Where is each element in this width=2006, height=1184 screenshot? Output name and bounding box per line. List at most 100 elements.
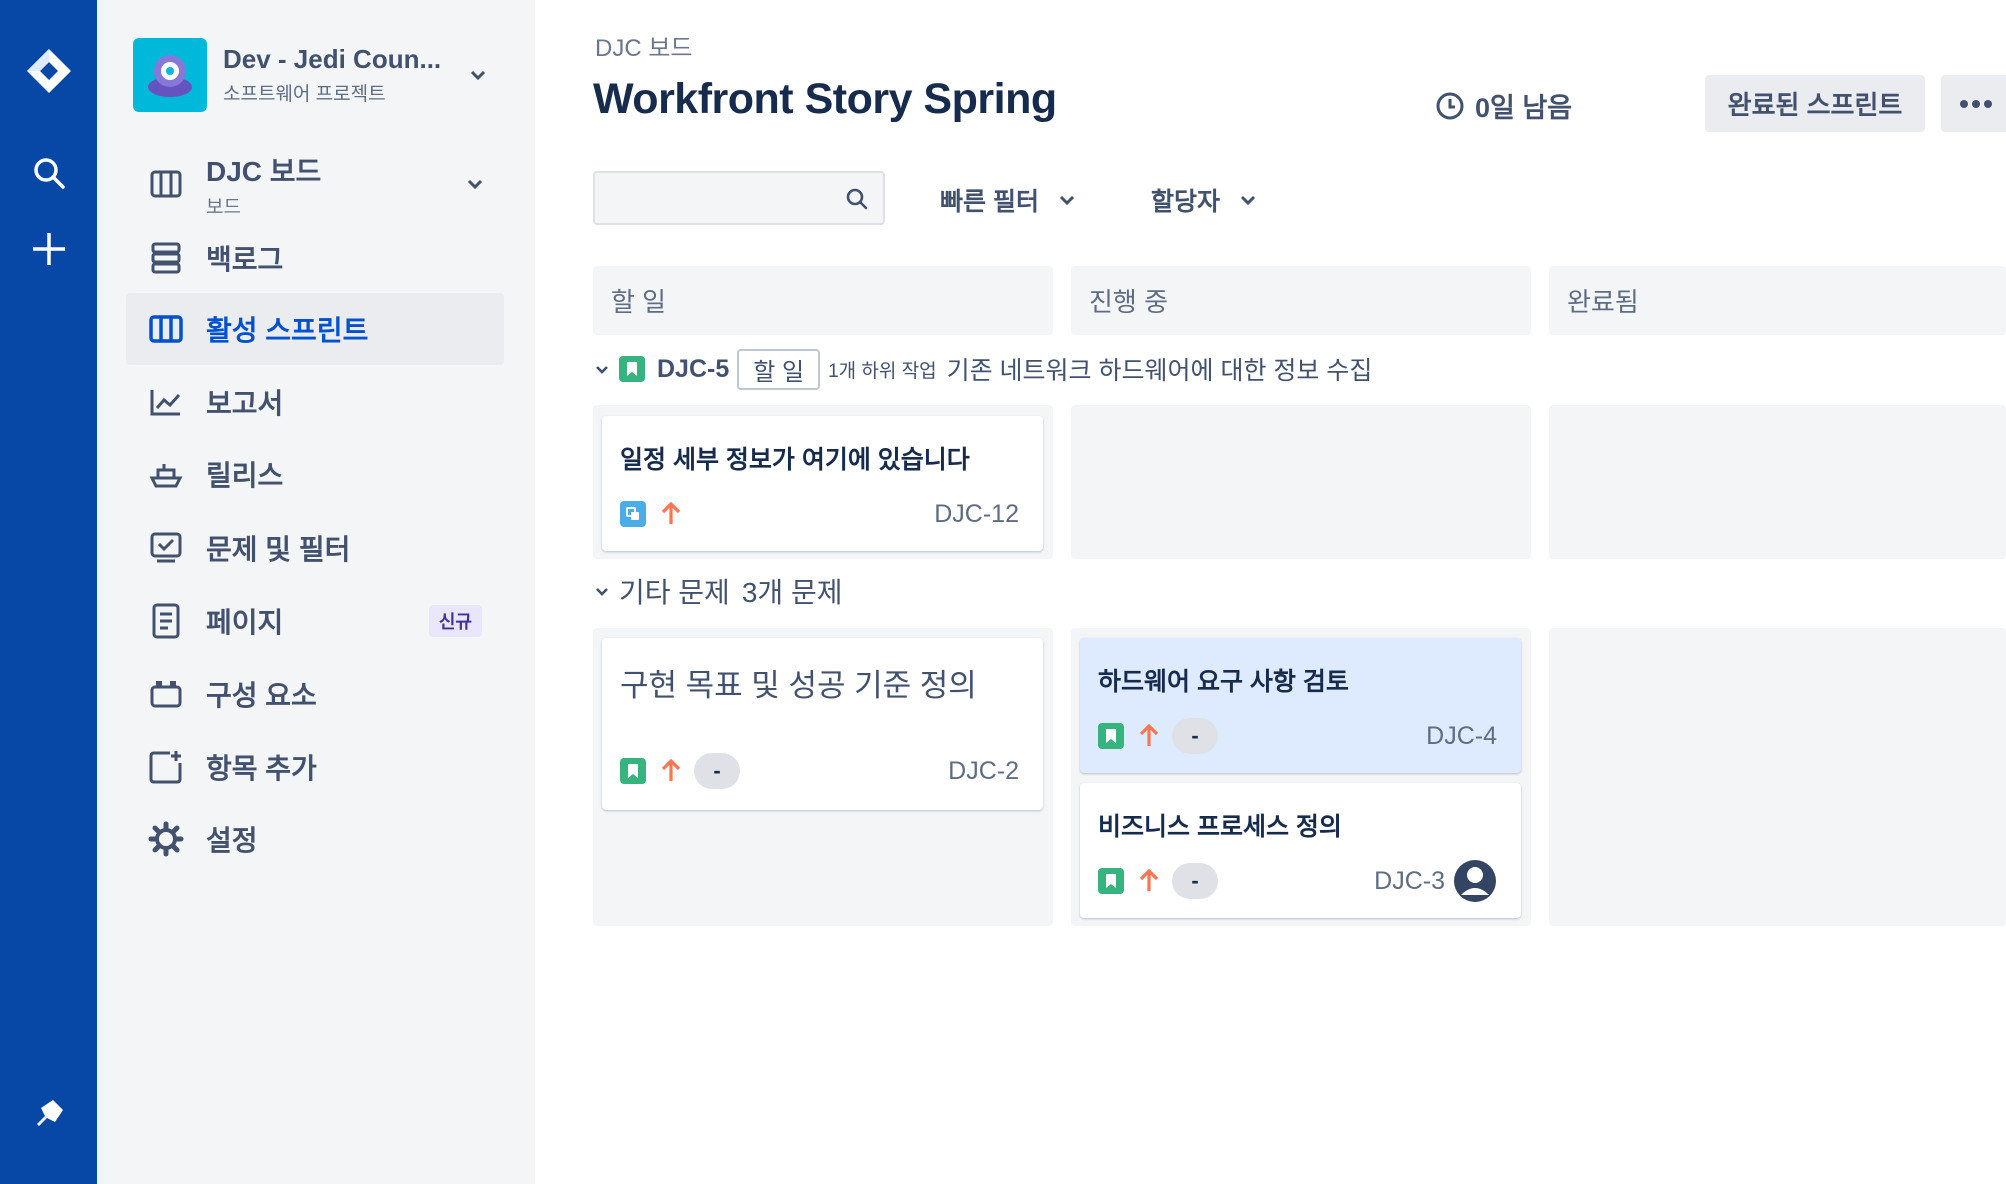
- project-avatar: [133, 38, 207, 112]
- sidebar-item-label: 항목 추가: [206, 753, 317, 784]
- sidebar-item-add-item[interactable]: 항목 추가: [126, 731, 504, 803]
- issue-key: DJC-12: [934, 499, 1019, 528]
- issue-card-djc-3[interactable]: 비즈니스 프로세스 정의 - DJC-3: [1080, 783, 1521, 918]
- components-icon: [126, 678, 206, 710]
- search-icon: [846, 188, 868, 210]
- chevron-down-icon: [470, 70, 486, 81]
- column-header-todo: 할 일: [593, 266, 1053, 335]
- column-cell-done: [1549, 628, 2006, 926]
- assignee-dropdown[interactable]: 할당자: [1151, 182, 1258, 218]
- priority-high-icon: [1139, 723, 1159, 746]
- swimlane-title: 기타 문제: [619, 577, 730, 608]
- sidebar-item-label: 문제 및 필터: [206, 534, 351, 565]
- sidebar-item-label: 활성 스프린트: [206, 315, 369, 346]
- complete-sprint-button[interactable]: 완료된 스프린트: [1705, 75, 1925, 132]
- card-title: 하드웨어 요구 사항 검토: [1098, 668, 1349, 696]
- jira-logo-icon[interactable]: [0, 46, 97, 96]
- chevron-down-icon: [596, 588, 608, 596]
- card-title: 구현 목표 및 성공 기준 정의: [620, 668, 977, 703]
- sidebar-item-label: 백로그: [206, 244, 284, 275]
- swimlane-key[interactable]: DJC-5: [657, 355, 729, 384]
- issue-key: DJC-3: [1374, 866, 1445, 895]
- sidebar-item-components[interactable]: 구성 요소: [126, 658, 504, 730]
- chevron-down-icon: [596, 366, 608, 374]
- chevron-down-icon: [1240, 195, 1256, 206]
- story-icon: [1098, 868, 1124, 894]
- subtask-icon: [620, 501, 646, 527]
- issue-card-djc-12[interactable]: 일정 세부 정보가 여기에 있습니다 DJC-12: [602, 416, 1043, 551]
- story-icon: [620, 758, 646, 784]
- notification-icon[interactable]: [0, 1096, 97, 1132]
- priority-high-icon: [661, 758, 681, 781]
- card-title: 일정 세부 정보가 여기에 있습니다: [620, 446, 970, 474]
- issue-card-djc-2[interactable]: 구현 목표 및 성공 기준 정의 - DJC-2: [602, 638, 1043, 810]
- backlog-icon: [126, 241, 206, 275]
- clock-icon: [1436, 92, 1464, 119]
- subtask-count: 1개 하위 작업: [828, 360, 937, 382]
- active-sprint-icon: [126, 313, 206, 345]
- swimlane-summary: 기존 네트워크 하드웨어에 대한 정보 수집: [946, 357, 1373, 385]
- search-icon[interactable]: [0, 155, 97, 191]
- story-icon: [619, 356, 645, 382]
- chevron-down-icon: [467, 179, 483, 190]
- project-name: Dev - Jedi Coun...: [223, 44, 442, 74]
- sidebar-item-label: 보고서: [206, 388, 284, 419]
- chevron-down-icon: [1059, 195, 1075, 206]
- quick-filter-label: 빠른 필터: [940, 188, 1039, 216]
- gear-icon: [126, 821, 206, 857]
- sidebar-item-reports[interactable]: 보고서: [126, 366, 504, 438]
- priority-high-icon: [1139, 868, 1159, 891]
- project-switcher[interactable]: Dev - Jedi Coun... 소프트웨어 프로젝트: [133, 38, 503, 112]
- search-box: [593, 171, 885, 225]
- estimate-badge: -: [694, 753, 740, 789]
- sidebar-item-sublabel: 보드: [206, 196, 241, 218]
- more-icon: [1960, 99, 1992, 108]
- swimlane-count: 3개 문제: [741, 577, 843, 608]
- new-badge: 신규: [428, 605, 482, 637]
- column-header-done: 완료됨: [1549, 266, 2006, 335]
- reports-icon: [126, 386, 206, 418]
- sidebar-item-board[interactable]: DJC 보드 보드: [126, 146, 504, 222]
- column-header-in-progress: 진행 중: [1071, 266, 1531, 335]
- sidebar-item-settings[interactable]: 설정: [126, 803, 504, 875]
- story-icon: [1098, 723, 1124, 749]
- issue-card-djc-4[interactable]: 하드웨어 요구 사항 검토 - DJC-4: [1080, 638, 1521, 773]
- priority-high-icon: [661, 501, 681, 524]
- add-item-icon: [126, 749, 206, 785]
- card-title: 비즈니스 프로세스 정의: [1098, 813, 1342, 841]
- issue-key: DJC-2: [948, 756, 1019, 785]
- more-actions-button[interactable]: [1941, 75, 2006, 132]
- column-cell-done: [1549, 405, 2006, 559]
- sidebar-item-label: 페이지: [206, 607, 284, 638]
- project-sidebar: Dev - Jedi Coun... 소프트웨어 프로젝트 DJC 보드 보드 …: [97, 0, 535, 1184]
- search-input[interactable]: [595, 173, 825, 223]
- time-remaining: 0일 남음: [1435, 86, 1572, 125]
- page-icon: [126, 603, 206, 639]
- page-title: Workfront Story Spring: [593, 75, 1057, 123]
- sidebar-item-active-sprint[interactable]: 활성 스프린트: [126, 293, 504, 365]
- quick-filter-dropdown[interactable]: 빠른 필터: [940, 182, 1077, 218]
- plus-icon[interactable]: [0, 230, 97, 268]
- sidebar-item-releases[interactable]: 릴리스: [126, 438, 504, 510]
- issues-icon: [126, 530, 206, 566]
- assignee-label: 할당자: [1151, 188, 1221, 216]
- breadcrumb[interactable]: DJC 보드: [595, 28, 693, 63]
- sidebar-item-label: 구성 요소: [206, 680, 317, 711]
- global-nav-rail: [0, 0, 97, 1184]
- project-type: 소프트웨어 프로젝트: [223, 84, 386, 105]
- sidebar-item-label: DJC 보드: [206, 155, 322, 187]
- swimlane-header-other-issues[interactable]: 기타 문제 3개 문제: [593, 571, 842, 611]
- ship-icon: [126, 458, 206, 490]
- time-remaining-label: 0일 남음: [1475, 93, 1573, 123]
- sidebar-item-issues-filters[interactable]: 문제 및 필터: [126, 512, 504, 584]
- issue-key: DJC-4: [1426, 721, 1497, 750]
- status-lozenge: 할 일: [737, 348, 821, 390]
- sidebar-item-backlog[interactable]: 백로그: [126, 222, 504, 294]
- sidebar-item-pages[interactable]: 페이지 신규: [126, 585, 504, 657]
- swimlane-header-djc-5[interactable]: DJC-5 할 일 1개 하위 작업 기존 네트워크 하드웨어에 대한 정보 수…: [593, 348, 1373, 390]
- column-cell-in-progress: [1071, 405, 1531, 559]
- board-icon: [126, 167, 206, 201]
- estimate-badge: -: [1172, 718, 1218, 754]
- assignee-avatar-icon[interactable]: [1453, 859, 1497, 903]
- sidebar-item-label: 설정: [206, 825, 258, 856]
